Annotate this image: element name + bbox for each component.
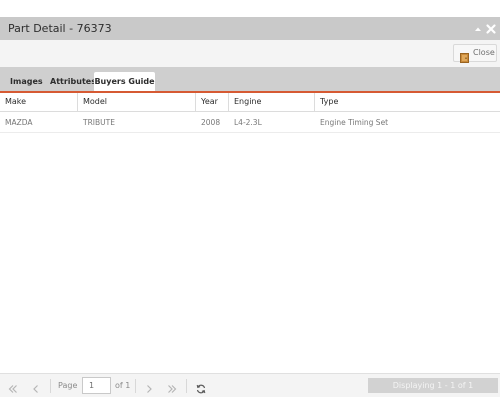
display-status-text: Displaying 1 - 1 of 1 [392,381,474,390]
separator [50,379,51,393]
cell-make: MAZDA [5,118,33,127]
display-status: Displaying 1 - 1 of 1 [368,378,498,393]
tab-images[interactable]: Images [10,72,43,91]
cell-year: 2008 [201,118,221,127]
tab-attributes[interactable]: Attributes [50,72,96,91]
page-number-input[interactable] [82,377,111,394]
column-header-type[interactable]: Type [315,93,500,111]
paging-toolbar: Page of 1 Displaying 1 - 1 of 1 [0,373,500,397]
close-icon[interactable] [484,21,498,35]
cell-model: TRIBUTE [83,118,115,127]
column-header-model[interactable]: Model [78,93,196,111]
chevron-up-icon[interactable] [471,21,485,35]
close-button-label: Close [473,48,495,57]
last-page-icon[interactable] [166,380,178,393]
column-header-engine[interactable]: Engine [229,93,315,111]
cell-engine: L4-2.3L [234,118,262,127]
grid-header: Make Model Year Engine Type [0,93,500,112]
exit-door-icon [460,48,469,63]
table-row[interactable]: MAZDA TRIBUTE 2008 L4-2.3L Engine Timing… [0,113,500,133]
next-page-icon[interactable] [143,380,155,393]
separator [186,379,187,393]
column-header-year[interactable]: Year [196,93,229,111]
part-detail-window: Part Detail - 76373 Close Images Attribu… [0,0,500,413]
top-toolbar: Close [0,40,500,67]
tab-bar: Images Attributes Buyers Guide [0,67,500,91]
window-title: Part Detail - 76373 [8,22,112,35]
close-button[interactable]: Close [453,44,497,63]
previous-page-icon[interactable] [30,380,42,393]
page-label: Page [58,381,78,390]
page-count-label: of 1 [115,381,131,390]
first-page-icon[interactable] [7,380,19,393]
separator [135,379,136,393]
column-header-make[interactable]: Make [0,93,78,111]
window-titlebar: Part Detail - 76373 [0,17,500,40]
tab-buyers-guide[interactable]: Buyers Guide [94,72,155,91]
cell-type: Engine Timing Set [320,118,389,127]
refresh-icon[interactable] [195,380,207,394]
